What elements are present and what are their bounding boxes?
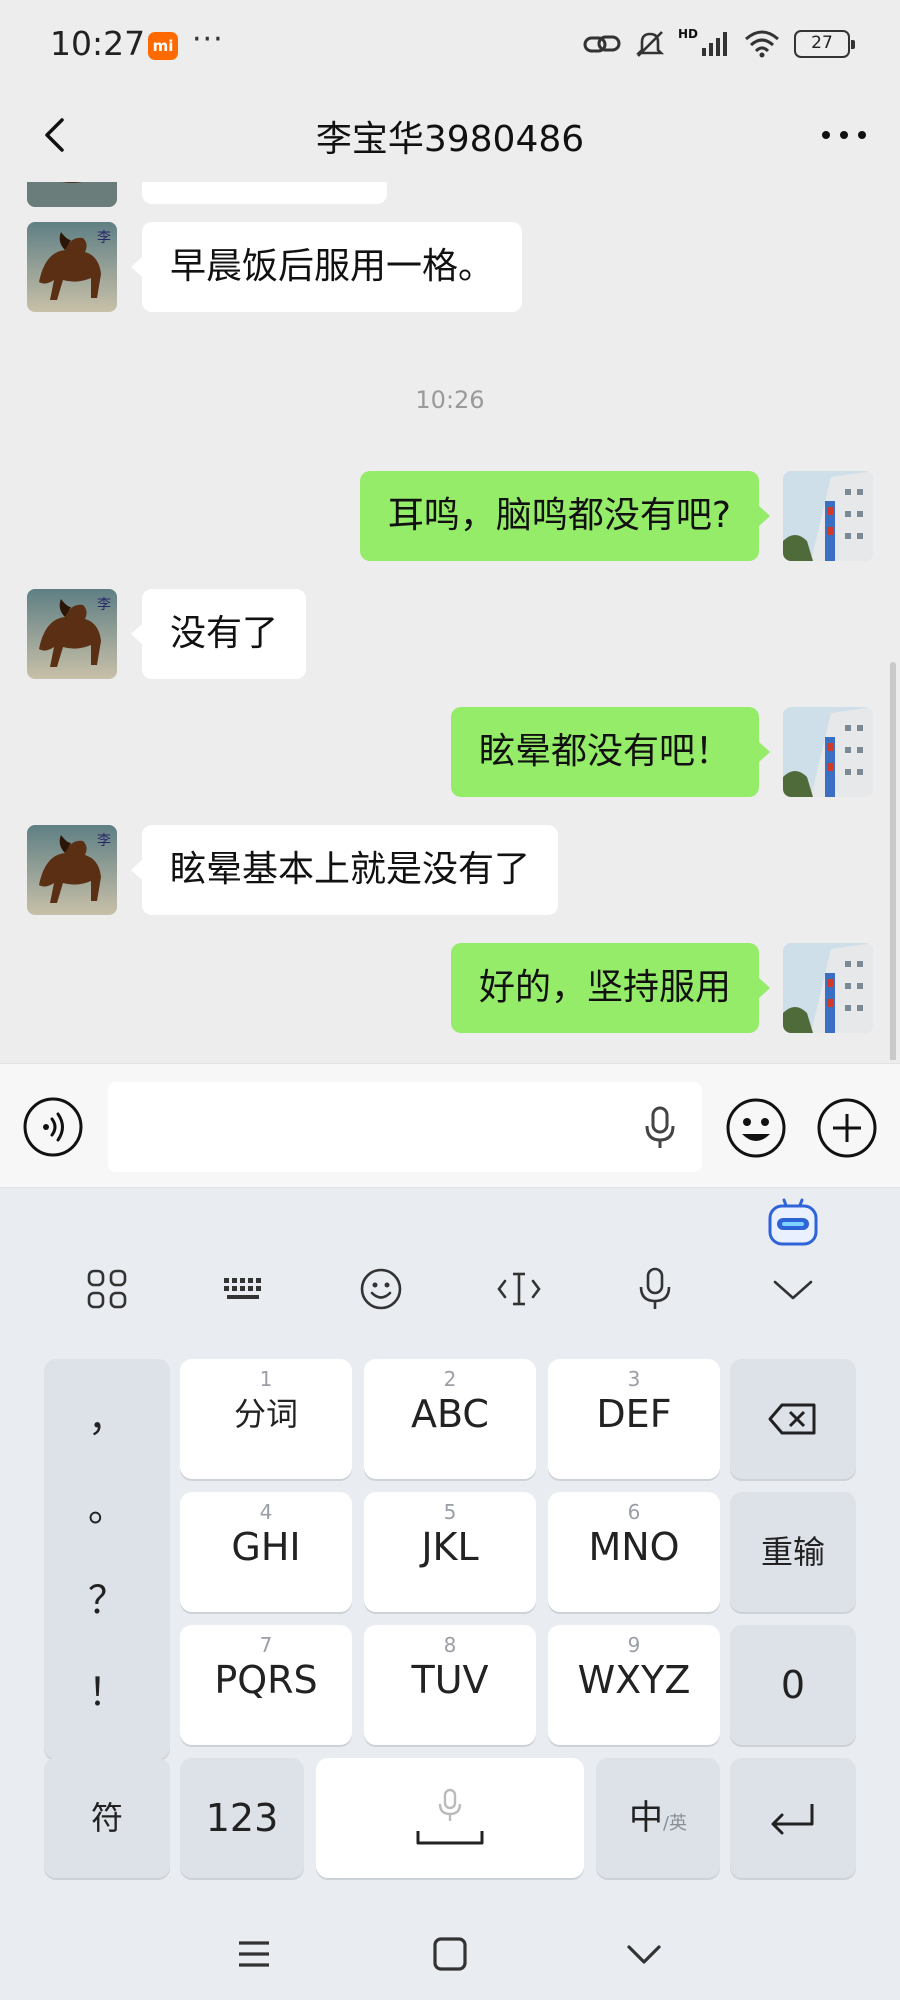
key-8-tuv[interactable]: 8 TUV [364, 1625, 536, 1745]
status-icons: HD 27 [582, 27, 855, 60]
assistant-robot-icon[interactable] [766, 1196, 820, 1248]
chat-title: 李宝华3980486 [315, 119, 585, 160]
contact-avatar[interactable]: 李 [27, 222, 117, 312]
key-5-jkl[interactable]: 5 JKL [364, 1492, 536, 1612]
punct-exclaim-key[interactable]: ！ [44, 1661, 170, 1716]
message-input[interactable] [108, 1082, 702, 1172]
language-toggle-key[interactable]: 中/英 [596, 1758, 720, 1878]
backspace-icon [768, 1403, 816, 1435]
contact-avatar[interactable] [27, 182, 117, 207]
svg-text:李: 李 [97, 230, 111, 246]
notification-more-icon: ··· [192, 22, 224, 57]
microphone-icon[interactable] [620, 1254, 690, 1324]
key-3-def[interactable]: 3 DEF [548, 1359, 720, 1479]
reinput-key[interactable]: 重输 [730, 1492, 856, 1612]
contact-avatar[interactable]: 李 [27, 589, 117, 679]
key-7-pqrs[interactable]: 7 PQRS [180, 1625, 352, 1745]
chat-header: 李宝华3980486 [0, 90, 900, 182]
key-4-ghi[interactable]: 4 GHI [180, 1492, 352, 1612]
keyboard: ， 。 ？ ！ 1 分词 2 ABC 3 DEF 4 GHI 5 JKL 6 M… [0, 1188, 900, 2000]
key-1-fenci[interactable]: 1 分词 [180, 1359, 352, 1479]
punct-period-key[interactable]: 。 [44, 1477, 170, 1532]
zero-key[interactable]: 0 [730, 1625, 856, 1745]
key-6-mno[interactable]: 6 MNO [548, 1492, 720, 1612]
user-avatar[interactable] [783, 707, 873, 797]
message-bubble-partial[interactable] [142, 182, 387, 204]
message-timestamp: 10:26 [415, 386, 485, 414]
emoji-icon[interactable] [724, 1096, 788, 1160]
keyboard-toolbar [0, 1254, 900, 1324]
numbers-key[interactable]: 123 [180, 1758, 304, 1878]
microphone-icon [438, 1788, 462, 1821]
outgoing-message[interactable]: 好的，坚持服用 [450, 943, 771, 1033]
cursor-icon[interactable] [484, 1254, 554, 1324]
backspace-key[interactable] [730, 1359, 856, 1479]
incoming-message[interactable]: 早晨饭后服用一格。 [130, 222, 523, 312]
chevron-down-icon[interactable] [758, 1254, 828, 1324]
incoming-message[interactable]: 没有了 [130, 589, 307, 679]
signal-icon [702, 32, 727, 56]
contact-avatar[interactable]: 李 [27, 825, 117, 915]
key-2-abc[interactable]: 2 ABC [364, 1359, 536, 1479]
chat-scrollbar[interactable] [890, 662, 896, 1060]
punct-comma-key[interactable]: ， [44, 1387, 170, 1442]
outgoing-message[interactable]: 耳鸣，脑鸣都没有吧? [359, 471, 771, 561]
symbols-key[interactable]: 符 [44, 1758, 170, 1878]
chat-area[interactable]: 李 早晨饭后服用一格。 10:26 耳鸣，脑鸣都没有吧? 李 没有了 眩晕都没有… [0, 182, 900, 1060]
punct-question-key[interactable]: ？ [44, 1569, 170, 1624]
svg-text:李: 李 [97, 597, 111, 613]
link-icon [583, 35, 621, 53]
voice-wave-icon[interactable] [22, 1096, 84, 1158]
enter-key[interactable] [730, 1758, 856, 1878]
user-avatar[interactable] [783, 943, 873, 1033]
key-9-wxyz[interactable]: 9 WXYZ [548, 1625, 720, 1745]
mi-app-icon: mi [148, 32, 178, 60]
outgoing-message[interactable]: 眩晕都没有吧！ [450, 707, 771, 797]
grid-icon[interactable] [72, 1254, 142, 1324]
battery-icon: 27 [794, 30, 855, 58]
enter-icon [771, 1804, 814, 1835]
microphone-icon[interactable] [640, 1102, 680, 1152]
more-dots-icon[interactable] [816, 110, 872, 160]
menu-icon[interactable] [224, 1926, 284, 1982]
wifi-icon [745, 30, 779, 58]
system-nav-bar [0, 1908, 900, 2000]
message-input-bar [0, 1063, 900, 1188]
space-bar-icon [416, 1831, 484, 1845]
home-square-icon[interactable] [420, 1926, 480, 1982]
bell-muted-icon [635, 31, 665, 57]
back-chevron-icon[interactable] [614, 1926, 674, 1982]
punctuation-column[interactable]: ， 。 ？ ！ [44, 1359, 170, 1759]
incoming-message[interactable]: 眩晕基本上就是没有了 [130, 825, 559, 915]
hd-badge: HD [677, 27, 698, 41]
plus-icon[interactable] [815, 1096, 879, 1160]
svg-text:李: 李 [97, 833, 111, 849]
space-key[interactable] [316, 1758, 584, 1878]
user-avatar[interactable] [783, 471, 873, 561]
smile-icon[interactable] [346, 1254, 416, 1324]
keyboard-icon[interactable] [208, 1254, 278, 1324]
status-time: 10:27 [50, 24, 146, 63]
status-bar: 10:27 mi ··· HD 27 [0, 0, 900, 90]
